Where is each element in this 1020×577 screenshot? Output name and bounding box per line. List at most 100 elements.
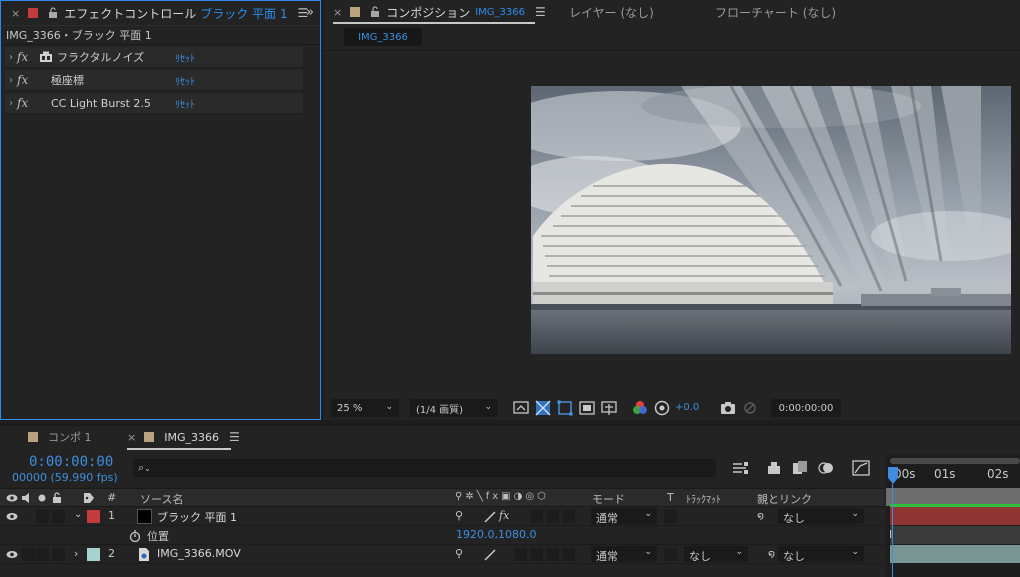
layer-row-1[interactable]: ⌄ 1 ブラック 平面 1 ⚲ fx 通常 ⌄ ໑ なし ⌄ [0,507,884,526]
quality-switch-icon[interactable] [484,511,496,523]
effect-row-light-burst[interactable]: › fx CC Light Burst 2.5 ﾘｾｯﾄ [5,93,303,114]
layer-row-2[interactable]: › 2 IMG_3366.MOV ⚲ 通常 ⌄ なし ⌄ ໑ なし ⌄ [0,545,884,564]
blend-mode-dropdown[interactable]: 通常 ⌄ [591,508,657,525]
effect-reset-link[interactable]: ﾘｾｯﾄ [175,73,195,88]
audio-icon[interactable] [21,493,33,503]
layer-1-bar[interactable] [890,507,1020,525]
chevron-right-icon[interactable]: › [5,98,17,109]
work-area-bar[interactable] [890,458,1020,464]
quality-switch-icon[interactable] [484,549,496,561]
close-tab-icon[interactable]: × [333,6,342,19]
snapshot-camera-icon[interactable] [720,400,736,416]
motion-blur-icon[interactable] [818,460,834,476]
zoom-dropdown[interactable]: 25 % ⌄ [331,399,399,417]
layer-label-color[interactable] [87,510,100,523]
panel-menu-icon[interactable]: ☰ [229,430,240,444]
mask-path-icon[interactable] [557,400,573,416]
composition-tab[interactable]: × コンポジション IMG_3366 ☰ [323,0,1020,24]
track-matte-value: なし [689,550,711,563]
eye-icon[interactable] [6,512,18,521]
effect-reset-link[interactable]: ﾘｾｯﾄ [175,96,195,111]
fx-icon[interactable]: fx [17,73,39,87]
playhead-handle-icon[interactable] [887,466,899,486]
effect-reset-link[interactable]: ﾘｾｯﾄ [175,50,195,65]
audio-toggle[interactable] [22,548,35,561]
timeline-current-time[interactable]: 0:00:00:00 [29,454,113,470]
layer-name[interactable]: IMG_3366.MOV [157,547,241,560]
draft-3d-icon[interactable] [766,460,782,476]
eye-icon[interactable] [6,550,18,559]
region-of-interest-icon[interactable] [579,400,595,416]
close-tab-icon[interactable]: × [127,431,136,444]
t-toggle[interactable] [664,510,677,523]
col-source-name[interactable]: ソース名 [140,491,183,507]
effect-controls-tab[interactable]: × エフェクトコントロール ブラック 平面 1 ☰ [1,1,320,25]
lock-icon[interactable] [370,6,380,18]
chevron-right-icon[interactable]: › [5,52,17,63]
layer-name[interactable]: ブラック 平面 1 [157,509,237,525]
layer-label-color[interactable] [87,548,100,561]
lock-icon[interactable] [48,7,58,19]
composition-viewer[interactable] [323,50,1020,394]
resolution-dropdown[interactable]: (1/4 画質) ⌄ [410,399,498,417]
effect-row-polar[interactable]: › fx 極座標 ﾘｾｯﾄ [5,70,303,91]
transparency-grid-icon[interactable] [535,400,551,416]
t-toggle[interactable] [664,548,677,561]
stopwatch-icon[interactable] [129,530,141,542]
frame-blending-icon[interactable] [792,460,808,476]
track-matte-dropdown[interactable]: なし ⌄ [684,546,748,563]
layer-2-bar[interactable] [890,545,1020,563]
comp-mini-flowchart-icon[interactable] [732,460,750,476]
lock-toggle[interactable] [52,548,65,561]
blend-mode-dropdown[interactable]: 通常 ⌄ [591,546,657,563]
panel-expand-icon[interactable]: » [306,5,314,20]
solo-toggle[interactable] [36,510,49,523]
layer-search-input[interactable]: ⌕ ⌄ [133,459,716,477]
layer-tab[interactable]: レイヤー (なし) [569,0,654,24]
exposure-value[interactable]: +0.0 [675,402,699,413]
property-value[interactable]: 1920.0,1080.0 [456,528,536,541]
current-time-display[interactable]: 0:00:00:00 [771,399,841,417]
fast-preview-icon[interactable] [513,400,529,416]
chevron-right-icon[interactable]: › [74,547,78,560]
shy-switch-icon[interactable]: ⚲ [455,509,463,522]
solo-icon[interactable] [38,494,46,502]
shy-switch-icon[interactable]: ⚲ [455,547,463,560]
parent-dropdown[interactable]: なし ⌄ [778,546,864,563]
graph-editor-icon[interactable] [852,460,870,476]
pick-whip-icon[interactable]: ໑ [768,547,775,560]
composition-sub-tab[interactable]: IMG_3366 [344,28,422,46]
switch-cell[interactable] [530,548,543,561]
property-row-position[interactable]: 位置 1920.0,1080.0 [0,526,884,545]
solo-toggle[interactable] [36,548,49,561]
eye-icon[interactable] [6,493,18,503]
close-tab-icon[interactable]: × [11,7,20,20]
fx-icon[interactable]: fx [17,96,39,110]
guides-icon[interactable] [601,400,617,416]
lock-toggle[interactable] [52,510,65,523]
exposure-reset-icon[interactable] [654,400,670,416]
switch-cell[interactable] [562,548,575,561]
switch-cell[interactable] [562,510,575,523]
chevron-down-icon[interactable]: ⌄ [74,509,82,520]
panel-menu-icon[interactable]: ☰ [535,5,546,19]
fx-icon[interactable]: fx [17,50,39,64]
pick-whip-icon[interactable]: ໑ [757,509,764,522]
switch-cell[interactable] [530,510,543,523]
footage-file-icon [139,548,149,561]
timeline-tab-img3366[interactable]: × IMG_3366 ☰ [127,424,240,450]
fx-switch-icon[interactable]: fx [499,509,509,522]
show-snapshot-icon[interactable] [742,400,758,416]
channel-rgb-icon[interactable] [632,400,648,416]
switch-cell[interactable] [514,548,527,561]
timeline-track-area[interactable]: 00s 01s 02s I [886,454,1020,577]
switch-cell[interactable] [546,548,559,561]
parent-dropdown[interactable]: なし ⌄ [778,508,864,525]
label-tag-icon[interactable] [83,492,95,504]
effect-row-fractal-noise[interactable]: › fx フラクタルノイズ ﾘｾｯﾄ [5,47,303,68]
timeline-tab-comp1[interactable]: コンポ 1 [28,424,92,450]
lock-icon[interactable] [52,492,62,504]
chevron-right-icon[interactable]: › [5,75,17,86]
flowchart-tab[interactable]: フローチャート (なし) [715,0,836,24]
switch-cell[interactable] [546,510,559,523]
